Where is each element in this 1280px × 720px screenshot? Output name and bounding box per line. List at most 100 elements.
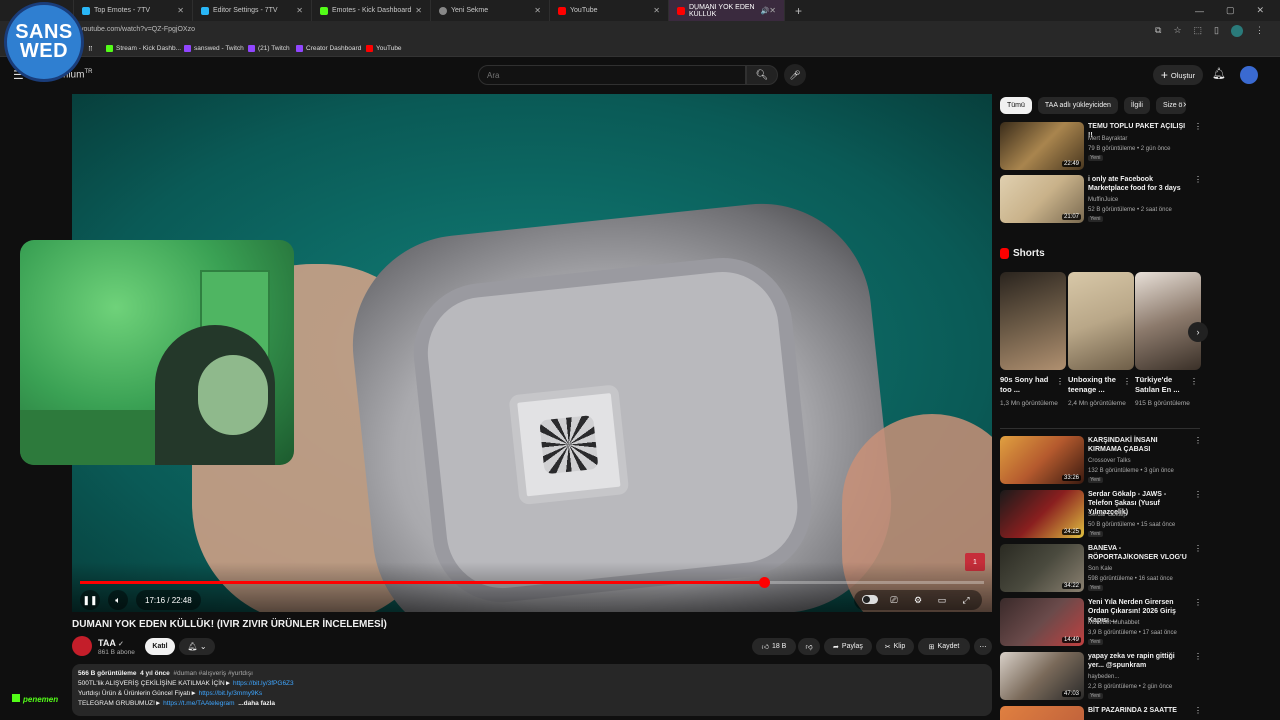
volume-button[interactable]: 🔈︎ [108, 590, 128, 610]
tab-top-emotes[interactable]: Top Emotes - 7TV ✕ [74, 0, 193, 21]
more-vertical-icon[interactable]: ⋮ [1194, 544, 1202, 553]
tab-kick-emotes[interactable]: Emotes - Kick Dashboard ✕ [312, 0, 431, 21]
minimize-icon[interactable]: — [1195, 6, 1204, 16]
bookmark-item[interactable]: Stream - Kick Dashb... [106, 45, 181, 52]
subtitles-icon[interactable]: ⎚ [884, 595, 904, 606]
video-thumbnail[interactable]: 22:49 [1000, 122, 1084, 170]
miniplayer-icon[interactable]: ▭ [932, 595, 952, 606]
account-avatar[interactable] [1240, 66, 1258, 84]
video-thumbnail[interactable]: 24:25 [1000, 490, 1084, 538]
recommendation-channel[interactable]: Serdar Gökalp [1088, 512, 1127, 518]
recommendation-channel[interactable]: Mücebet Muhabbet [1088, 620, 1139, 626]
show-more-link[interactable]: ...daha fazla [238, 700, 275, 707]
recommendation-item[interactable]: 24:25 Serdar Gökalp - JAWS - Telefon Şak… [1000, 490, 1202, 538]
channel-name[interactable]: TAA ✓ [98, 638, 124, 648]
more-vertical-icon[interactable]: ⋮ [1190, 377, 1198, 386]
browser-menu-icon[interactable]: ⋮ [1255, 25, 1264, 37]
save-button[interactable]: ⊞ Kaydet [918, 638, 970, 655]
channel-avatar[interactable] [72, 636, 92, 656]
extensions-icon[interactable]: ⬚ [1194, 25, 1203, 37]
close-tab-icon[interactable]: ✕ [769, 6, 776, 15]
subscription-bell-button[interactable]: 🔔︎ ⌄ [179, 638, 215, 655]
pause-button[interactable]: ❚❚ [80, 590, 100, 610]
tab-editor-settings[interactable]: Editor Settings - 7TV ✕ [193, 0, 312, 21]
short-thumbnail[interactable] [1135, 272, 1201, 370]
more-vertical-icon[interactable]: ⋮ [1194, 706, 1200, 715]
recommendation-item[interactable]: BİT PAZARINDA 2 SAATTE ⋮ [1000, 706, 1200, 720]
more-vertical-icon[interactable]: ⋮ [1194, 436, 1202, 445]
recommendation-channel[interactable]: Mert Bayraktar [1088, 136, 1127, 142]
bookmark-apps-icon[interactable]: ⠿ [88, 45, 93, 53]
search-button[interactable]: 🔍︎ [746, 65, 778, 85]
bookmark-item[interactable]: (21) Twitch [248, 45, 290, 52]
chip-uploader[interactable]: TAA adlı yükleyiciden [1037, 97, 1118, 114]
bookmark-item[interactable]: YouTube [366, 45, 402, 52]
recommendation-item[interactable]: 22:49 TEMU TOPLU PAKET AÇILIŞI !! Mert B… [1000, 122, 1202, 170]
hashtags[interactable]: #duman #alışveriş #yurtdışı [173, 670, 252, 677]
recommendation-item[interactable]: 14:49 Yeni Yıla Nerden Girersen Ordan Çı… [1000, 598, 1202, 646]
recommendation-channel[interactable]: Son Kale [1088, 566, 1112, 572]
progress-bar[interactable] [80, 577, 984, 588]
short-title[interactable]: 90s Sony had too ... [1000, 375, 1056, 395]
chip-all[interactable]: Tümü [1000, 97, 1032, 114]
maximize-icon[interactable]: ▢ [1226, 5, 1235, 16]
recommendation-item[interactable]: 47:03 yapay zeka ve rapin gittiği yer...… [1000, 652, 1202, 700]
recommendation-channel[interactable]: MuffinJuice [1088, 197, 1118, 203]
create-button[interactable]: + Oluştur [1153, 65, 1203, 85]
more-vertical-icon[interactable]: ⋮ [1123, 377, 1131, 386]
tab-current-video[interactable]: DUMANI YOK EDEN KÜLLÜK 🔊 ✕ [669, 0, 785, 21]
more-vertical-icon[interactable]: ⋮ [1194, 490, 1202, 499]
close-tab-icon[interactable]: ✕ [296, 6, 303, 15]
address-bar-url[interactable]: youtube.com/watch?v=QZ-FpgjOXzo [80, 26, 195, 33]
close-tab-icon[interactable]: ✕ [653, 6, 660, 15]
clip-button[interactable]: ✂ Klip [876, 638, 914, 655]
chip-for-you[interactable]: Size ö [1155, 97, 1186, 114]
description-link[interactable]: https://t.me/TAAtelegram [163, 700, 234, 707]
more-vertical-icon[interactable]: ⋮ [1194, 122, 1202, 131]
description-link[interactable]: https://bit.ly/3fPG6Z3 [233, 680, 294, 687]
description-link[interactable]: https://bit.ly/3mmy9Ks [199, 690, 263, 697]
video-thumbnail[interactable] [1000, 706, 1084, 720]
chevron-right-icon[interactable]: › [1183, 99, 1186, 110]
fullscreen-icon[interactable]: ⤢ [956, 595, 976, 606]
video-thumbnail[interactable]: 34:22 [1000, 544, 1084, 592]
video-thumbnail[interactable]: 14:49 [1000, 598, 1084, 646]
more-vertical-icon[interactable]: ⋮ [1194, 175, 1202, 184]
tab-youtube[interactable]: YouTube ✕ [550, 0, 669, 21]
close-tab-icon[interactable]: ✕ [177, 6, 184, 15]
share-button[interactable]: ➦ Paylaş [824, 638, 872, 655]
short-title[interactable]: Türkiye'de Satılan En ... [1135, 375, 1191, 395]
short-thumbnail[interactable] [1000, 272, 1066, 370]
recommendation-item[interactable]: 21:07 i only ate Facebook Marketplace fo… [1000, 175, 1202, 223]
more-vertical-icon[interactable]: ⋮ [1194, 598, 1202, 607]
close-tab-icon[interactable]: ✕ [534, 6, 541, 15]
chip-related[interactable]: İlgili [1123, 97, 1150, 114]
profile-extension-icon[interactable] [1231, 25, 1243, 37]
video-thumbnail[interactable]: 47:03 [1000, 652, 1084, 700]
cast-icon[interactable]: ⧉ [1155, 25, 1161, 37]
short-thumbnail[interactable] [1068, 272, 1134, 370]
search-input[interactable] [478, 65, 746, 85]
video-thumbnail[interactable]: 33:26 [1000, 436, 1084, 484]
video-thumbnail[interactable]: 21:07 [1000, 175, 1084, 223]
bookmark-item[interactable]: Creator Dashboard [296, 45, 361, 52]
notifications-bell-icon[interactable]: 🔔︎ [1212, 67, 1226, 80]
voice-search-button[interactable]: 🎤︎ [784, 64, 806, 86]
recommendation-item[interactable]: 34:22 BANEVA - RÖPORTAJ/KONSER VLOG'U So… [1000, 544, 1202, 592]
autoplay-toggle[interactable] [860, 594, 880, 606]
new-tab-plus-icon[interactable]: + [795, 4, 802, 18]
speaker-icon[interactable]: 🔊 [761, 7, 770, 15]
bookmark-star-icon[interactable]: ☆ [1173, 25, 1181, 37]
video-description[interactable]: 566 B görüntüleme 4 yıl önce #duman #alı… [72, 664, 992, 716]
more-actions-button[interactable]: ⋯ [974, 638, 992, 655]
more-vertical-icon[interactable]: ⋮ [1056, 377, 1064, 386]
shorts-next-button[interactable]: › [1188, 322, 1208, 342]
join-button[interactable]: Katıl [145, 638, 175, 655]
sidebar-icon[interactable]: ▯ [1214, 25, 1219, 37]
recommendation-item[interactable]: 33:26 KARŞINDAKİ İNSANI KIRMAMA ÇABASI C… [1000, 436, 1202, 484]
recommendation-channel[interactable]: Crossover Talks [1088, 458, 1131, 464]
close-tab-icon[interactable]: ✕ [415, 6, 422, 15]
like-button[interactable]: 👍︎ 18 B [752, 638, 796, 655]
settings-gear-icon[interactable]: ⚙ [908, 595, 928, 606]
short-title[interactable]: Unboxing the teenage ... [1068, 375, 1124, 395]
